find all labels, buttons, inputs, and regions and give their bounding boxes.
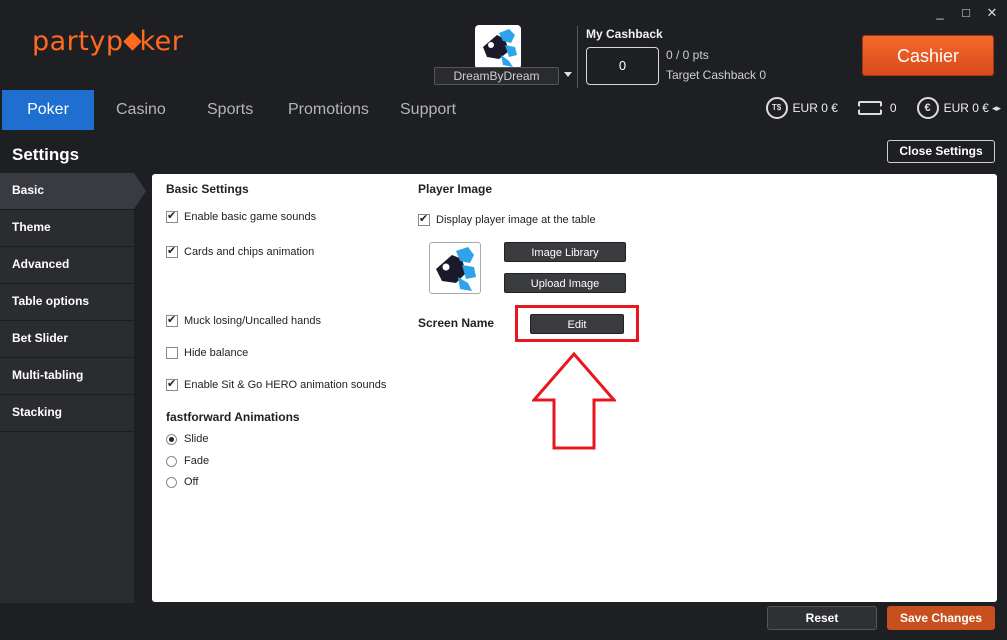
frog-avatar-icon	[436, 247, 476, 291]
option-label: Hide balance	[184, 347, 249, 359]
checkbox[interactable]	[166, 244, 178, 258]
screen-name-dropdown[interactable]: DreamByDream	[434, 67, 559, 85]
cash-value: EUR 0 €	[943, 101, 989, 115]
fastforward-heading: fastforward Animations	[166, 410, 300, 424]
logo-text-ker: ker	[139, 26, 184, 57]
player-image-preview	[429, 242, 481, 294]
cashback-value: 0	[586, 47, 659, 85]
close-window-button[interactable]: ✕	[985, 6, 999, 20]
tournament-dollars-value: EUR 0 €	[792, 101, 838, 115]
option-muck-losing[interactable]: Muck losing/Uncalled hands	[166, 313, 321, 327]
close-settings-button[interactable]: Close Settings	[887, 140, 995, 163]
checkbox[interactable]	[418, 212, 430, 226]
player-image-heading: Player Image	[418, 182, 493, 196]
radio-fade[interactable]: Fade	[166, 455, 209, 467]
ticket-icon	[855, 101, 884, 115]
cashier-button[interactable]: Cashier	[862, 35, 994, 76]
balances: T$ EUR 0 € 0 € EUR 0 € ◂▸	[746, 97, 1001, 119]
tickets-value: 0	[889, 101, 897, 115]
toggle-arrows-icon[interactable]: ◂▸	[992, 103, 1001, 114]
option-label: Enable basic game sounds	[184, 211, 317, 223]
maximize-button[interactable]: □	[959, 6, 973, 20]
radio-button[interactable]	[166, 476, 177, 488]
tab-poker[interactable]: Poker	[2, 90, 94, 130]
tournament-dollars-balance[interactable]: T$ EUR 0 €	[765, 97, 838, 119]
minimize-button[interactable]: _	[933, 6, 947, 20]
player-avatar[interactable]	[475, 25, 521, 69]
header-divider	[577, 26, 578, 88]
tab-casino[interactable]: Casino	[116, 90, 166, 130]
logo-text-party: party	[32, 26, 106, 57]
basic-settings-heading: Basic Settings	[166, 182, 249, 196]
checkbox[interactable]	[166, 313, 178, 327]
radio-label: Off	[184, 476, 199, 488]
settings-sidebar: Basic Theme Advanced Table options Bet S…	[0, 173, 146, 603]
option-label: Muck losing/Uncalled hands	[184, 315, 321, 327]
up-arrow-icon	[532, 352, 616, 450]
cash-balance[interactable]: € EUR 0 € ◂▸	[916, 97, 1001, 119]
settings-panel: Basic Settings Enable basic game sounds …	[152, 174, 997, 602]
option-label: Enable Sit & Go HERO animation sounds	[184, 379, 387, 391]
sidebar-item-table-options[interactable]: Table options	[0, 284, 134, 321]
option-label: Cards and chips animation	[184, 246, 315, 258]
option-sng-hero-sounds[interactable]: Enable Sit & Go HERO animation sounds	[166, 377, 387, 391]
radio-off[interactable]: Off	[166, 476, 198, 488]
radio-button[interactable]	[166, 433, 177, 445]
window-controls: _ □ ✕	[933, 6, 999, 20]
sidebar-item-multi-tabling[interactable]: Multi-tabling	[0, 358, 134, 395]
screen-name-label: Screen Name	[418, 316, 495, 330]
checkbox[interactable]	[166, 377, 178, 391]
checkbox[interactable]	[166, 347, 178, 359]
reset-button[interactable]: Reset	[767, 606, 877, 630]
sidebar-item-advanced[interactable]: Advanced	[0, 247, 134, 284]
chevron-down-icon[interactable]	[564, 72, 572, 77]
tickets-balance[interactable]: 0	[855, 101, 897, 115]
option-basic-game-sounds[interactable]: Enable basic game sounds	[166, 209, 317, 223]
page-title: Settings	[12, 145, 80, 164]
option-label: Display player image at the table	[436, 214, 596, 226]
highlight-box	[515, 305, 639, 342]
frog-avatar-icon	[483, 29, 517, 67]
sidebar-item-bet-slider[interactable]: Bet Slider	[0, 321, 134, 358]
sidebar-item-theme[interactable]: Theme	[0, 210, 134, 247]
upload-image-button[interactable]: Upload Image	[504, 273, 626, 293]
sidebar-item-stacking[interactable]: Stacking	[0, 395, 134, 432]
radio-label: Slide	[184, 433, 209, 445]
tab-promotions[interactable]: Promotions	[288, 90, 369, 130]
option-hide-balance[interactable]: Hide balance	[166, 347, 248, 359]
checkbox[interactable]	[166, 209, 178, 223]
tab-sports[interactable]: Sports	[207, 90, 253, 130]
image-library-button[interactable]: Image Library	[504, 242, 626, 262]
option-display-player-image[interactable]: Display player image at the table	[418, 212, 596, 226]
cashback-points: 0 / 0 pts	[666, 48, 709, 62]
diamond-icon	[122, 32, 142, 51]
sidebar-item-basic[interactable]: Basic	[0, 173, 146, 210]
euro-icon: €	[916, 97, 939, 119]
radio-slide[interactable]: Slide	[166, 433, 208, 445]
radio-label: Fade	[184, 455, 210, 467]
cashback-target: Target Cashback 0	[666, 68, 767, 82]
tournament-dollars-icon: T$	[765, 97, 788, 119]
option-cards-chips-animation[interactable]: Cards and chips animation	[166, 244, 315, 258]
tab-support[interactable]: Support	[400, 90, 456, 130]
radio-button[interactable]	[166, 455, 177, 467]
cashback-title: My Cashback	[586, 27, 663, 41]
partypoker-logo: partyp ker	[32, 26, 184, 57]
save-changes-button[interactable]: Save Changes	[887, 606, 995, 630]
